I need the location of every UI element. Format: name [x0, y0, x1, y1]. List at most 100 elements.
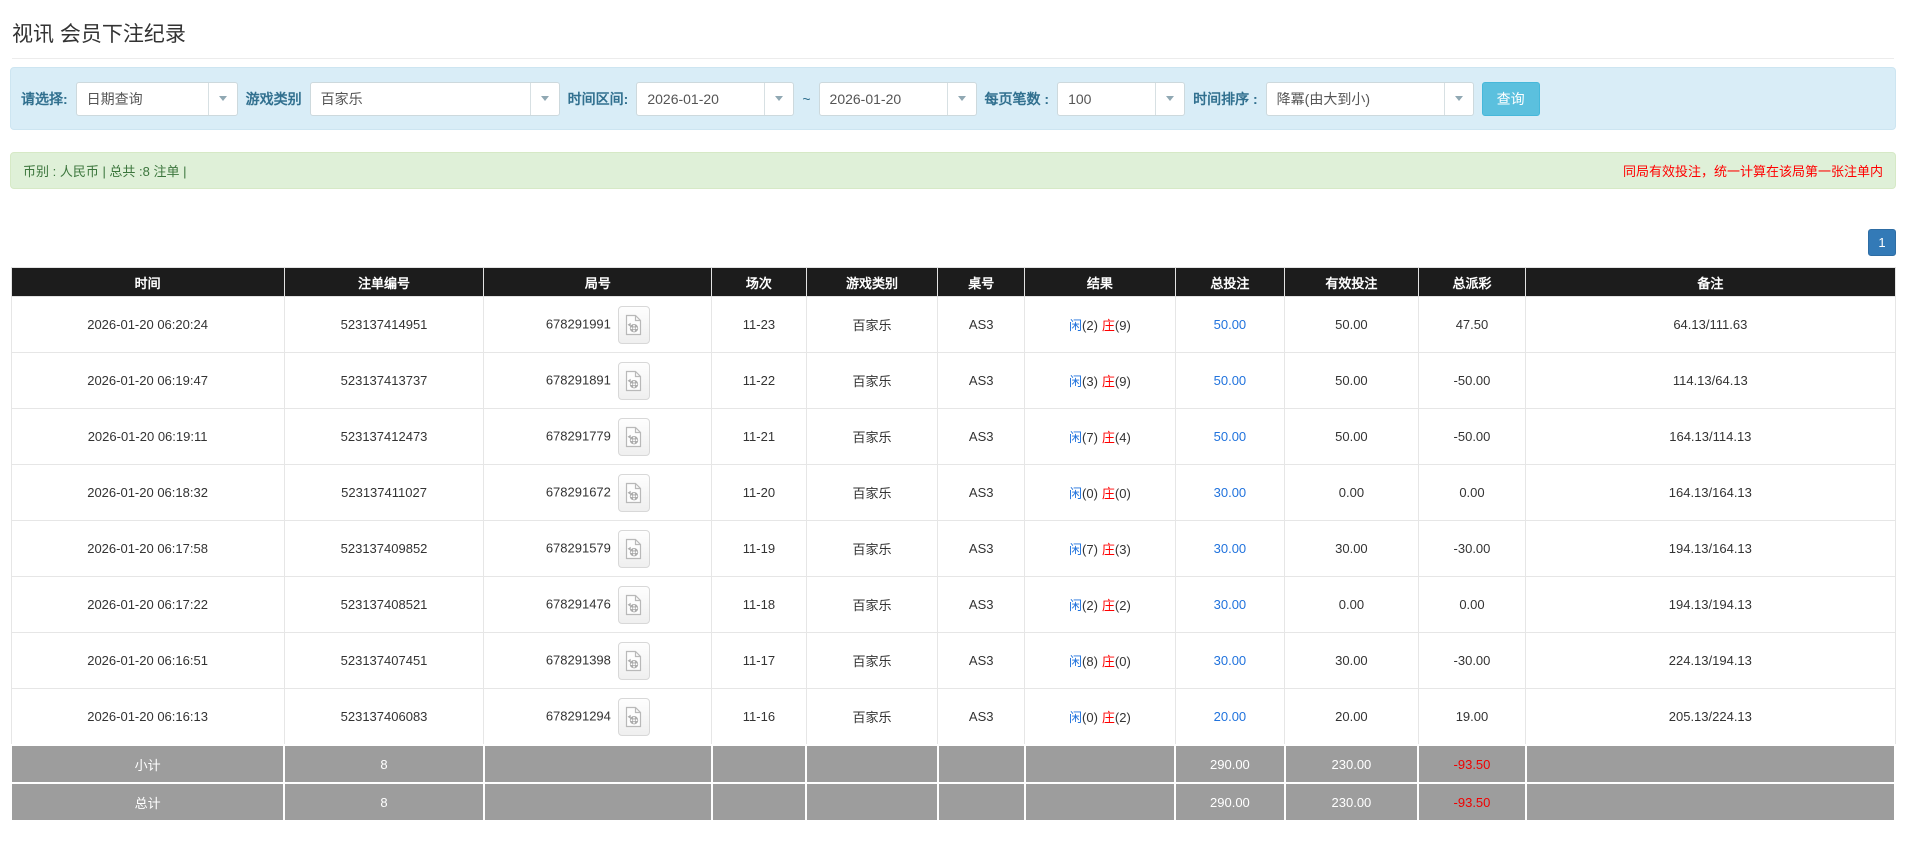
player-result: 闲(7) [1069, 430, 1098, 445]
summary-empty-cell [1025, 783, 1176, 821]
cell-valid-bet: 30.00 [1285, 633, 1419, 689]
cell-table-id: AS3 [938, 297, 1025, 353]
video-replay-button[interactable] [618, 698, 650, 736]
cell-remark: 164.13/114.13 [1526, 409, 1895, 465]
summary-notice-bar: 币别 : 人民币 | 总共 :8 注单 | 同局有效投注，统一计算在该局第一张注… [10, 152, 1896, 189]
player-result: 闲(0) [1069, 710, 1098, 725]
cell-time: 2026-01-20 06:19:11 [11, 409, 284, 465]
video-replay-button[interactable] [618, 474, 650, 512]
cell-time: 2026-01-20 06:17:58 [11, 521, 284, 577]
cell-bet-id: 523137412473 [284, 409, 484, 465]
chevron-down-icon [1155, 83, 1184, 115]
game-type-label: 游戏类别 [246, 89, 302, 109]
video-replay-button[interactable] [618, 418, 650, 456]
video-replay-button[interactable] [618, 362, 650, 400]
video-file-icon [625, 370, 642, 392]
cell-remark: 194.13/164.13 [1526, 521, 1895, 577]
cell-total-bet: 20.00 [1175, 689, 1284, 746]
cell-time: 2026-01-20 06:17:22 [11, 577, 284, 633]
table-row: 2026-01-20 06:17:58 523137409852 6782915… [11, 521, 1895, 577]
query-type-select[interactable]: 日期查询 [76, 82, 238, 116]
video-replay-button[interactable] [618, 306, 650, 344]
cell-session: 11-18 [712, 577, 806, 633]
summary-count-cell: 8 [284, 783, 484, 821]
total-bet-link[interactable]: 30.00 [1214, 541, 1247, 556]
cell-round-id: 678291579 [484, 521, 712, 577]
table-row: 2026-01-20 06:19:47 523137413737 6782918… [11, 353, 1895, 409]
cell-remark: 64.13/111.63 [1526, 297, 1895, 353]
player-result: 闲(2) [1069, 598, 1098, 613]
page-size-label: 每页笔数 : [985, 89, 1050, 109]
game-type-select[interactable]: 百家乐 [310, 82, 560, 116]
table-row: 2026-01-20 06:19:11 523137412473 6782917… [11, 409, 1895, 465]
time-sort-select[interactable]: 降冪(由大到小) [1266, 82, 1474, 116]
cell-remark: 114.13/64.13 [1526, 353, 1895, 409]
page-title: 视讯 会员下注纪录 [12, 18, 1894, 59]
cell-game-type: 百家乐 [806, 353, 938, 409]
cell-table-id: AS3 [938, 521, 1025, 577]
cell-game-type: 百家乐 [806, 521, 938, 577]
date-from-input[interactable]: 2026-01-20 [636, 82, 794, 116]
total-bet-link[interactable]: 30.00 [1214, 485, 1247, 500]
cell-payout: 0.00 [1418, 465, 1525, 521]
cell-result: 闲(7)庄(3) [1025, 521, 1176, 577]
cell-session: 11-23 [712, 297, 806, 353]
cell-payout: -50.00 [1418, 353, 1525, 409]
banker-result: 庄(4) [1102, 430, 1131, 445]
chevron-down-icon [530, 83, 559, 115]
cell-round-id: 678291672 [484, 465, 712, 521]
page-size-select[interactable]: 100 [1057, 82, 1185, 116]
cell-time: 2026-01-20 06:16:13 [11, 689, 284, 746]
pagination-page-1[interactable]: 1 [1868, 229, 1896, 256]
cell-game-type: 百家乐 [806, 297, 938, 353]
video-replay-button[interactable] [618, 642, 650, 680]
bet-records-table: 时间 注单编号 局号 场次 游戏类别 桌号 结果 总投注 有效投注 总派彩 备注… [10, 267, 1896, 822]
cell-time: 2026-01-20 06:18:32 [11, 465, 284, 521]
total-bet-link[interactable]: 30.00 [1214, 653, 1247, 668]
video-replay-button[interactable] [618, 586, 650, 624]
cell-time: 2026-01-20 06:19:47 [11, 353, 284, 409]
cell-result: 闲(2)庄(9) [1025, 297, 1176, 353]
cell-round-id: 678291398 [484, 633, 712, 689]
chevron-down-icon [764, 83, 793, 115]
column-header-round-id: 局号 [484, 268, 712, 297]
player-result: 闲(2) [1069, 318, 1098, 333]
cell-valid-bet: 0.00 [1285, 465, 1419, 521]
cell-session: 11-16 [712, 689, 806, 746]
date-to-input[interactable]: 2026-01-20 [819, 82, 977, 116]
cell-valid-bet: 50.00 [1285, 353, 1419, 409]
round-id-text: 678291579 [546, 540, 611, 555]
total-bet-link[interactable]: 30.00 [1214, 597, 1247, 612]
cell-payout: 47.50 [1418, 297, 1525, 353]
summary-empty-cell [712, 745, 806, 783]
cell-game-type: 百家乐 [806, 689, 938, 746]
time-sort-value: 降冪(由大到小) [1267, 83, 1444, 115]
column-header-table-id: 桌号 [938, 268, 1025, 297]
summary-label-cell: 小计 [11, 745, 284, 783]
total-bet-link[interactable]: 50.00 [1214, 317, 1247, 332]
banker-result: 庄(9) [1102, 374, 1131, 389]
cell-round-id: 678291779 [484, 409, 712, 465]
summary-empty-cell [938, 783, 1025, 821]
same-round-notice-text: 同局有效投注，统一计算在该局第一张注单内 [1623, 161, 1883, 180]
summary-count-cell: 8 [284, 745, 484, 783]
cell-valid-bet: 50.00 [1285, 297, 1419, 353]
cell-game-type: 百家乐 [806, 465, 938, 521]
column-header-remark: 备注 [1526, 268, 1895, 297]
cell-total-bet: 50.00 [1175, 297, 1284, 353]
summary-empty-cell [806, 783, 938, 821]
banker-result: 庄(3) [1102, 542, 1131, 557]
cell-result: 闲(2)庄(2) [1025, 577, 1176, 633]
total-bet-link[interactable]: 50.00 [1214, 429, 1247, 444]
time-sort-label: 时间排序 : [1193, 89, 1258, 109]
cell-round-id: 678291891 [484, 353, 712, 409]
round-id-text: 678291398 [546, 652, 611, 667]
total-bet-link[interactable]: 20.00 [1214, 709, 1247, 724]
cell-session: 11-20 [712, 465, 806, 521]
search-button[interactable]: 查询 [1482, 82, 1540, 116]
cell-bet-id: 523137409852 [284, 521, 484, 577]
cell-result: 闲(7) 庄(4) [1025, 409, 1176, 465]
total-bet-link[interactable]: 50.00 [1214, 373, 1247, 388]
chevron-down-icon [947, 83, 976, 115]
video-replay-button[interactable] [618, 530, 650, 568]
